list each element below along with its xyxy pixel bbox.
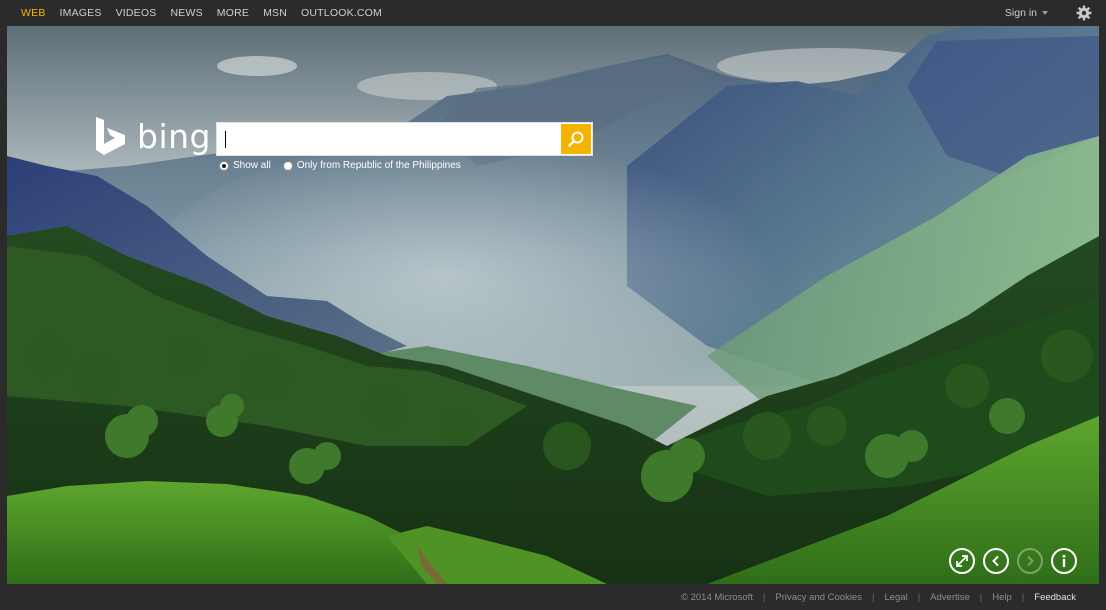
copyright-text: © 2014 Microsoft <box>680 591 753 603</box>
info-icon <box>1062 554 1066 567</box>
privacy-link[interactable]: Privacy and Cookies <box>775 592 862 603</box>
scope-label: Only from Republic of the Philippines <box>296 160 461 171</box>
previous-image-button[interactable] <box>983 548 1009 574</box>
nav-web[interactable]: WEB <box>21 7 46 19</box>
text-cursor <box>225 131 226 148</box>
top-navigation-bar: WEB IMAGES VIDEOS NEWS MORE MSN OUTLOOK.… <box>0 0 1106 26</box>
bing-logo[interactable]: bing <box>94 115 211 157</box>
mountain-valley-photo <box>7 26 1099 584</box>
sign-in-label: Sign in <box>1004 7 1037 19</box>
previous-icon <box>992 555 999 567</box>
bing-b-icon <box>96 117 125 155</box>
nav-news[interactable]: NEWS <box>170 7 202 19</box>
homepage-background-image: bing Show all Only from Republic of the … <box>7 26 1099 584</box>
scope-show-all[interactable]: Show all <box>219 160 271 171</box>
next-image-button[interactable] <box>1017 548 1043 574</box>
scope-label: Show all <box>233 160 271 171</box>
search-icon <box>568 131 584 147</box>
search-input[interactable] <box>217 123 560 155</box>
separator: | <box>917 591 921 603</box>
nav-outlook[interactable]: OUTLOOK.COM <box>301 7 382 19</box>
logo-wordmark: bing <box>137 116 211 156</box>
nav-more[interactable]: MORE <box>217 7 249 19</box>
expand-icon <box>956 555 968 567</box>
expand-button[interactable] <box>949 548 975 574</box>
footer: © 2014 Microsoft | Privacy and Cookies |… <box>0 584 1106 610</box>
search-box <box>216 122 593 156</box>
next-icon <box>1027 555 1034 567</box>
search-button[interactable] <box>561 124 591 154</box>
legal-link[interactable]: Legal <box>884 592 907 603</box>
scope-philippines[interactable]: Only from Republic of the Philippines <box>282 160 461 171</box>
nav-videos[interactable]: VIDEOS <box>116 7 157 19</box>
separator: | <box>979 591 983 603</box>
advertise-link[interactable]: Advertise <box>930 592 970 603</box>
separator: | <box>871 591 875 603</box>
search-scope-options: Show all Only from Republic of the Phili… <box>219 160 473 171</box>
footer-links: © 2014 Microsoft | Privacy and Cookies |… <box>681 584 1076 610</box>
feedback-link[interactable]: Feedback <box>1034 592 1076 603</box>
sign-in-button[interactable]: Sign in <box>1005 0 1048 26</box>
separator: | <box>762 591 766 603</box>
help-link[interactable]: Help <box>992 592 1012 603</box>
nav-images[interactable]: IMAGES <box>60 7 102 19</box>
chevron-down-icon <box>1042 11 1048 15</box>
nav-msn[interactable]: MSN <box>263 7 287 19</box>
radio-button[interactable] <box>282 160 293 171</box>
info-button[interactable] <box>1051 548 1077 574</box>
radio-button-checked[interactable] <box>219 160 229 171</box>
image-controls <box>941 548 1077 574</box>
gear-icon[interactable] <box>1076 5 1092 21</box>
vertical-nav: WEB IMAGES VIDEOS NEWS MORE MSN OUTLOOK.… <box>14 0 389 26</box>
separator: | <box>1021 591 1025 603</box>
